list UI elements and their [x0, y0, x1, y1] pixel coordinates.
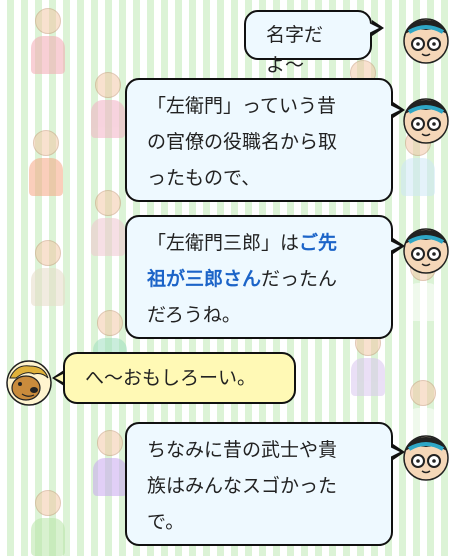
- highlighted-text: 祖が三郎さん: [147, 268, 262, 290]
- message-line: 「左衛門」っていう昔: [147, 95, 337, 117]
- message-line: 族はみんなスゴかった: [147, 475, 338, 497]
- person-illustration: [30, 8, 66, 74]
- boy-with-glasses-icon: [403, 18, 449, 64]
- bubble-tail: [369, 20, 384, 36]
- message-text: へ〜おもしろーい。: [85, 367, 257, 389]
- boy-with-glasses-icon: [403, 228, 449, 274]
- highlighted-text: ご先: [299, 232, 338, 254]
- message-line: 「左衛門三郎」はご先: [147, 225, 373, 261]
- message-line: の官僚の役職名から取: [147, 131, 338, 153]
- message-line: で。: [147, 511, 185, 533]
- person-illustration: [90, 72, 126, 138]
- boy-with-glasses-icon: [403, 98, 449, 144]
- chat-bubble: 「左衛門」っていう昔 の官僚の役職名から取 ったもので、: [125, 78, 393, 202]
- person-illustration: [90, 190, 126, 256]
- chat-bubble: 名字だよ〜: [244, 10, 372, 76]
- message-line: ちなみに昔の武士や貴: [147, 439, 338, 461]
- chat-bubble: ちなみに昔の武士や貴 族はみんなスゴかった で。: [125, 422, 393, 546]
- boy-with-glasses-icon: [403, 435, 449, 481]
- message-line: ったもので、: [147, 167, 261, 189]
- message-line: だろうね。: [147, 304, 241, 326]
- person-illustration: [28, 130, 64, 196]
- person-illustration: [350, 330, 386, 396]
- person-illustration: [30, 490, 66, 556]
- chat-bubble: へ〜おもしろーい。: [63, 352, 296, 404]
- dog-icon: [6, 360, 52, 406]
- message-text: だったん: [261, 268, 338, 290]
- chat-bubble: 「左衛門三郎」はご先 祖が三郎さんだったん だろうね。: [125, 215, 393, 339]
- message-text: 「左衛門三郎」は: [147, 232, 300, 254]
- person-illustration: [30, 240, 66, 306]
- message-line: 祖が三郎さんだったん: [147, 261, 373, 297]
- person-illustration: [92, 430, 128, 496]
